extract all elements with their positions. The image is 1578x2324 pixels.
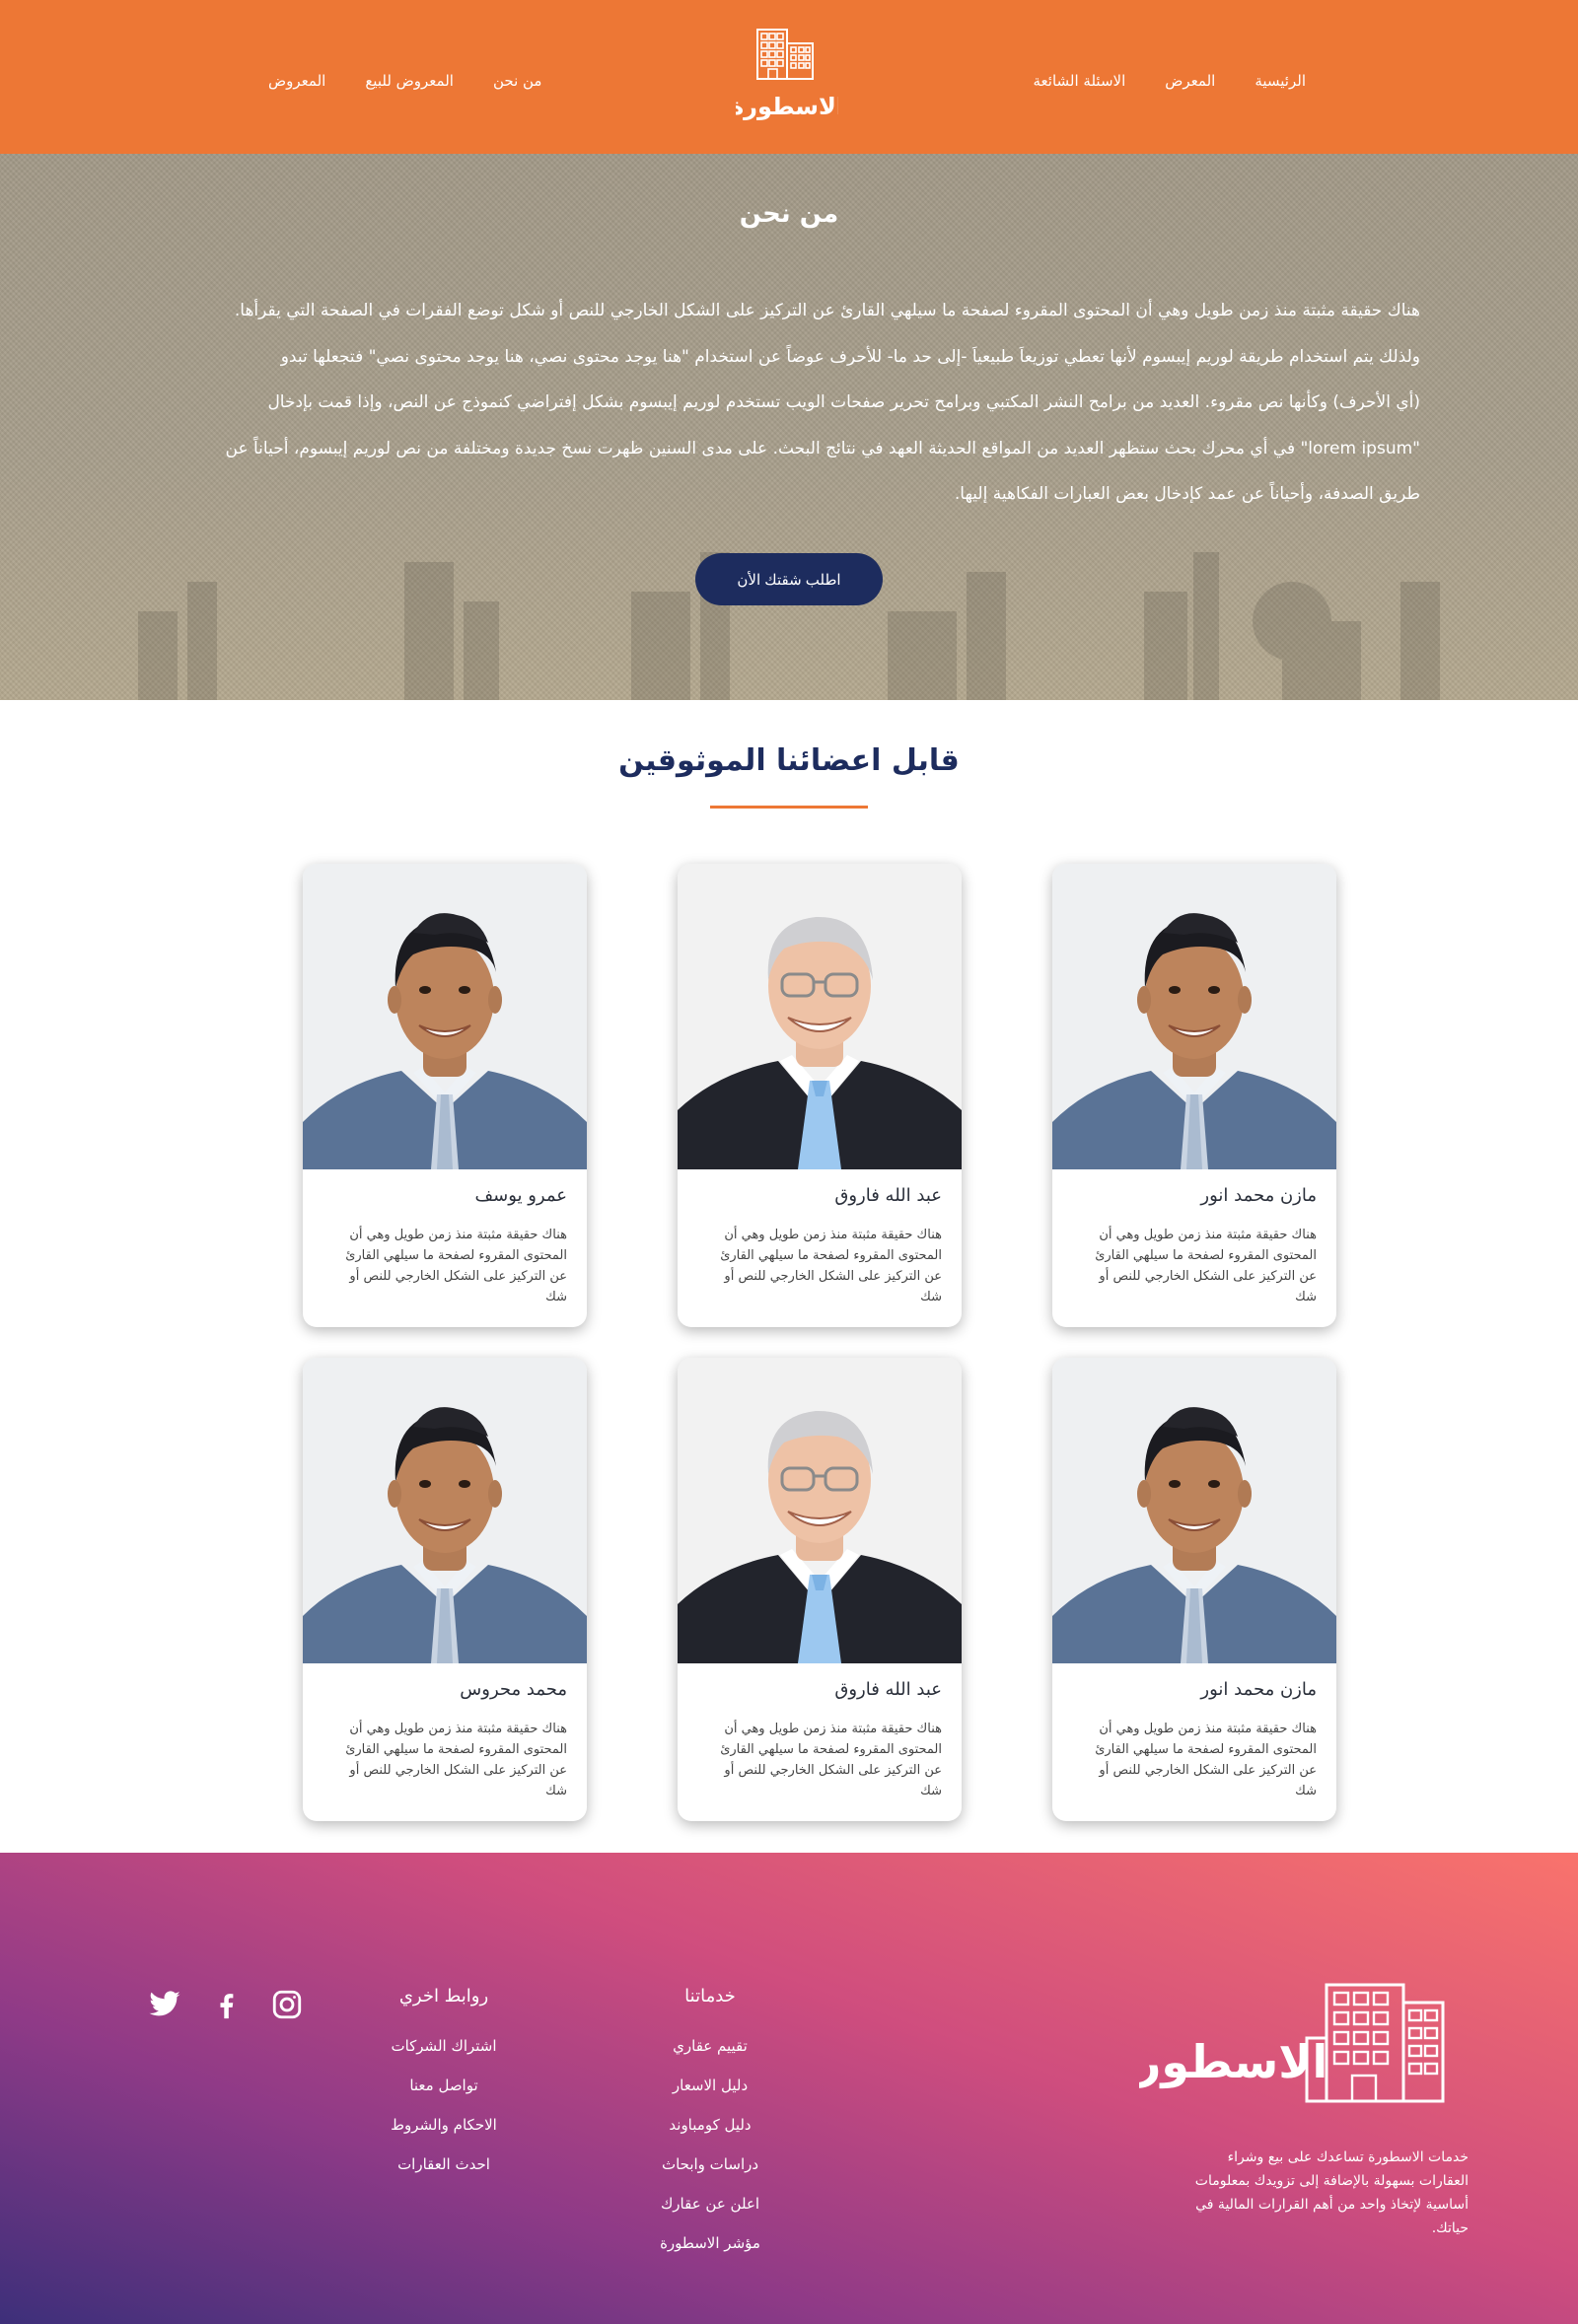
facebook-icon[interactable] [209,1988,243,2021]
about-line: ولذلك يتم استخدام طريقة لوريم إيبسوم لأن… [280,346,1420,367]
member-name: عبد الله فاروق [834,1679,942,1700]
footer-service-link[interactable]: مؤشر الاسطورة [631,2223,789,2263]
footer-service-link[interactable]: دليل الاسعار [631,2066,789,2105]
site-footer: الاسطورة خدمات الاسطورة تساعدك على بيع و… [0,1853,1578,2324]
member-photo [678,1358,962,1663]
member-photo [303,1358,587,1663]
city-skyline-background [138,552,1440,700]
members-title-underline [710,806,868,809]
member-description: هناك حقيقة مثبتة منذ زمن طويل وهي أن الم… [345,1228,567,1304]
member-photo [1052,1358,1336,1663]
about-line: "lorem ipsum" في أي محرك بحث ستظهر العدي… [225,438,1421,458]
about-title: من نحن [739,199,839,229]
member-description: هناك حقيقة مثبتة منذ زمن طويل وهي أن الم… [720,1722,942,1798]
about-hero: من نحن هناك حقيقة مثبتة منذ زمن طويل وهي… [0,154,1578,700]
nav-for-sale[interactable]: المعروض للبيع [365,72,454,90]
member-photo [1052,1358,1336,1663]
member-photo [303,1358,587,1663]
footer-service-link[interactable]: دراسات وابحاث [631,2145,789,2184]
member-name: عبد الله فاروق [834,1185,942,1206]
member-photo [303,864,587,1169]
nav-faq[interactable]: الاسئلة الشائعة [1034,72,1126,90]
twitter-icon[interactable] [148,1988,181,2021]
footer-other-link[interactable]: احدث العقارات [365,2145,523,2184]
site-header: الرئيسية المعرض الاسئلة الشائعة الاسطورة… [0,0,1578,154]
about-paragraph: هناك حقيقة مثبتة منذ زمن طويل وهي أن الم… [158,288,1421,518]
footer-service-link[interactable]: دليل كومباوند [631,2105,789,2145]
footer-services-title: خدماتنا [684,1986,736,2007]
footer-other-link[interactable]: تواصل معنا [365,2066,523,2105]
member-card[interactable]: مازن محمد انور هناك حقيقة مثبتة منذ زمن ط… [1052,864,1336,1327]
member-description: هناك حقيقة مثبتة منذ زمن طويل وهي أن الم… [720,1228,942,1304]
member-photo [303,864,587,1169]
member-photo [678,864,962,1169]
social-links [148,1988,304,2021]
member-name: محمد محروس [460,1679,567,1700]
footer-logo-text: الاسطورة [1139,2035,1327,2088]
footer-other-link[interactable]: اشتراك الشركات [365,2026,523,2066]
member-name: عمرو يوسف [474,1185,567,1206]
member-name: مازن محمد انور [1200,1679,1317,1700]
about-line: طريق الصدفة، وأحياناً عن عمد كإدخال بعض … [954,484,1420,504]
member-card[interactable]: عمرو يوسف هناك حقيقة مثبتة منذ زمن طويل و… [303,864,587,1327]
footer-logo[interactable]: الاسطورة [1139,1981,1450,2107]
about-line: (أي الأحرف) وكأنها نص مقروء. العديد من ب… [267,392,1420,412]
nav-gallery[interactable]: المعرض [1165,72,1215,90]
footer-services-column: خدماتنا تقييم عقاري دليل الاسعار دليل كو… [631,1986,789,2263]
footer-service-link[interactable]: اعلن عن عقارك [631,2184,789,2223]
member-photo [1052,864,1336,1169]
member-photo [678,1358,962,1663]
member-description: هناك حقيقة مثبتة منذ زمن طويل وهي أن الم… [1095,1228,1317,1304]
nav-about[interactable]: من نحن [493,72,542,90]
member-photo [678,864,962,1169]
request-apartment-button[interactable]: اطلب شقتك الأن [695,553,883,605]
member-card[interactable]: مازن محمد انور هناك حقيقة مثبتة منذ زمن ط… [1052,1358,1336,1821]
main-nav-right: الرئيسية المعرض الاسئلة الشائعة [1034,72,1306,90]
members-title: قابل اعضائنا الموثوقين [618,743,960,778]
nav-home[interactable]: الرئيسية [1255,72,1306,90]
instagram-icon[interactable] [270,1988,304,2021]
member-photo [1052,864,1336,1169]
site-logo-text: الاسطورة [736,93,838,120]
footer-service-link[interactable]: تقييم عقاري [631,2026,789,2066]
main-nav-left: من نحن المعروض للبيع المعروض [268,72,541,90]
member-card[interactable]: محمد محروس هناك حقيقة مثبتة منذ زمن طويل … [303,1358,587,1821]
footer-other-link[interactable]: الاحكام والشروط [365,2105,523,2145]
member-card[interactable]: عبد الله فاروق هناك حقيقة مثبتة منذ زمن ط… [678,864,962,1327]
member-card[interactable]: عبد الله فاروق هناك حقيقة مثبتة منذ زمن ط… [678,1358,962,1821]
footer-links-column: روابط اخري اشتراك الشركات تواصل معنا الا… [365,1986,523,2184]
footer-about-text: خدمات الاسطورة تساعدك على بيع وشراء العق… [1194,2149,1469,2236]
footer-links-title: روابط اخري [398,1986,489,2007]
member-description: هناك حقيقة مثبتة منذ زمن طويل وهي أن الم… [345,1722,567,1798]
member-description: هناك حقيقة مثبتة منذ زمن طويل وهي أن الم… [1095,1722,1317,1798]
member-name: مازن محمد انور [1200,1185,1317,1206]
about-line: هناك حقيقة مثبتة منذ زمن طويل وهي أن الم… [234,301,1420,320]
site-logo[interactable]: الاسطورة [736,24,838,126]
nav-listings[interactable]: المعروض [268,72,325,90]
